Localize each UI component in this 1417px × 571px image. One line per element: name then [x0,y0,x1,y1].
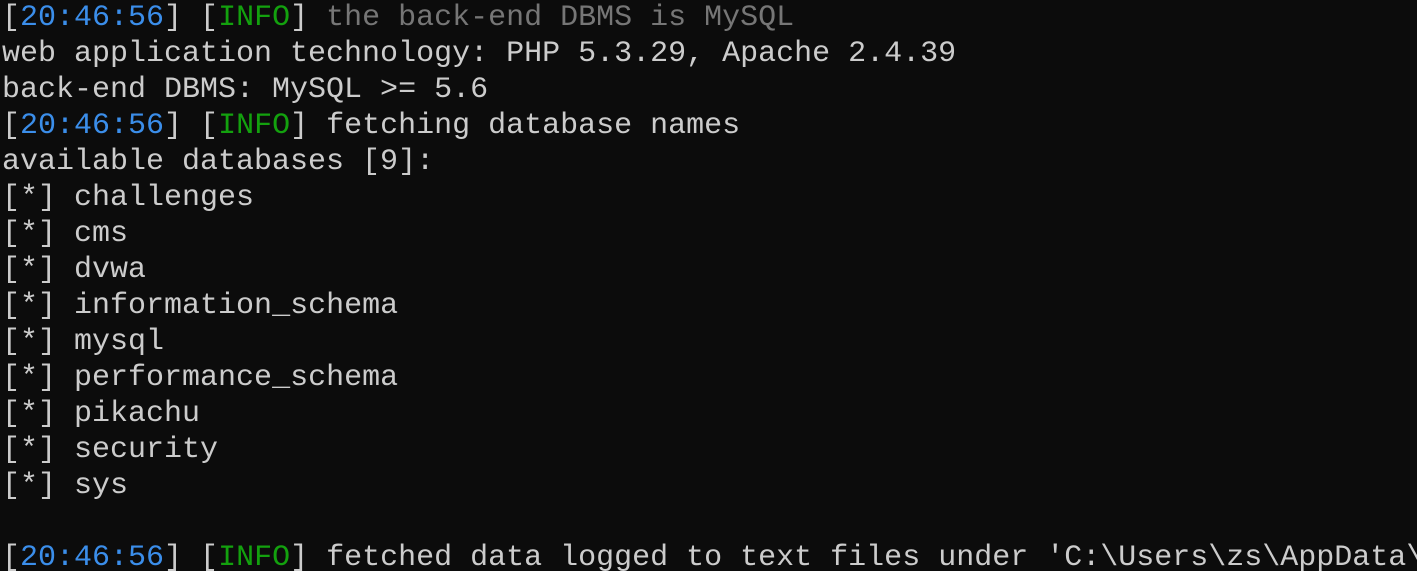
bullet: [*] [2,253,57,287]
bullet: [*] [2,217,57,251]
database-name: cms [74,217,129,251]
database-name: pikachu [74,397,201,431]
log-level: INFO [218,541,291,571]
bullet: [*] [2,397,57,431]
log-message: fetching database names [326,109,741,143]
database-name: mysql [74,325,165,359]
database-list-item: [*] dvwa [2,252,1417,288]
terminal-window[interactable]: [20:46:56] [INFO] the back-end DBMS is M… [0,0,1417,571]
database-name: performance_schema [74,361,399,395]
terminal-output: [20:46:56] [INFO] the back-end DBMS is M… [2,0,1417,571]
database-list-item: [*] information_schema [2,288,1417,324]
bullet: [*] [2,289,57,323]
log-level: INFO [218,109,291,143]
bullet: [*] [2,469,57,503]
database-list-item: [*] security [2,432,1417,468]
log-timestamp: 20:46:56 [20,541,165,571]
log-timestamp: 20:46:56 [20,1,165,35]
output-line: web application technology: PHP 5.3.29, … [2,37,957,71]
log-line: [20:46:56] [INFO] fetching database name… [2,109,741,143]
log-line: [20:46:56] [INFO] fetched data logged to… [2,540,1417,571]
bullet: [*] [2,181,57,215]
database-list-item: [*] performance_schema [2,360,1417,396]
bullet: [*] [2,361,57,395]
database-list-item: [*] cms [2,216,1417,252]
output-line: available databases [9]: [2,145,435,179]
log-timestamp: 20:46:56 [20,109,165,143]
database-list-item: [*] challenges [2,180,1417,216]
bullet: [*] [2,325,57,359]
bullet: [*] [2,433,57,467]
database-name: challenges [74,181,255,215]
database-list-item: [*] sys [2,468,1417,504]
log-level: INFO [218,1,291,35]
output-line: back-end DBMS: MySQL >= 5.6 [2,73,489,107]
database-name: information_schema [74,289,399,323]
log-message: the back-end DBMS is MySQL [326,1,795,35]
database-name: sys [74,469,129,503]
log-line: [20:46:56] [INFO] the back-end DBMS is M… [2,1,795,35]
database-name: security [74,433,219,467]
database-list-item: [*] mysql [2,324,1417,360]
log-message: fetched data logged to text files under … [326,541,1417,571]
database-name: dvwa [74,253,147,287]
database-list-item: [*] pikachu [2,396,1417,432]
